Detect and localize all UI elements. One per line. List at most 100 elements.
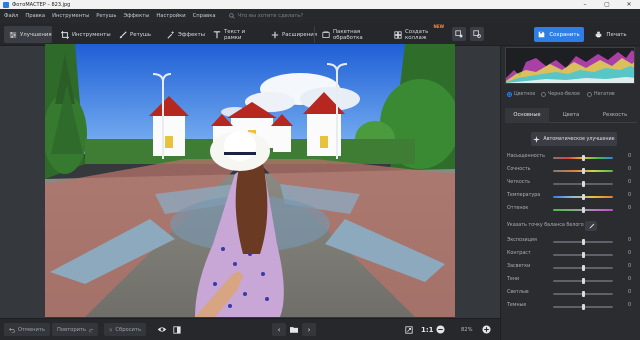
prev-image-button[interactable]: ‹: [272, 323, 286, 336]
minimize-button[interactable]: –: [574, 0, 596, 9]
image-info-button[interactable]: [470, 27, 484, 41]
app-logo-icon: [3, 1, 9, 8]
bottom-bar: Отменить Повторить Сбросить ‹ › 1:1 82%: [0, 318, 500, 340]
undo-button[interactable]: Отменить: [4, 323, 50, 336]
maximize-button[interactable]: ▢: [596, 0, 618, 9]
slider-knob[interactable]: [582, 239, 585, 245]
slider-knob[interactable]: [582, 181, 585, 187]
slider-label: Темные: [507, 303, 527, 308]
brush-icon: [119, 30, 127, 39]
mode-bw-label: Черно-белое: [548, 92, 580, 97]
slider-label: Насыщенность: [507, 154, 545, 159]
tab-text-frames[interactable]: Текст и рамки: [208, 26, 264, 43]
mode-color-label: Цветное: [514, 92, 536, 97]
tab-extensions[interactable]: Расширения: [266, 26, 317, 43]
print-button[interactable]: Печать: [588, 27, 634, 42]
tab-sharpness[interactable]: Резкость: [593, 108, 637, 123]
batch-label: Пакетная обработка: [333, 28, 363, 41]
photo-canvas[interactable]: [45, 44, 455, 317]
zoom-in-button[interactable]: [482, 323, 491, 336]
auto-enhance-button[interactable]: Автоматическое улучшение: [531, 132, 617, 146]
tab-enhance[interactable]: Улучшения: [4, 26, 52, 43]
blacks-slider[interactable]: Темные 0: [507, 303, 635, 312]
temperature-slider[interactable]: Температура 0: [507, 193, 635, 202]
slider-label: Контраст: [507, 251, 531, 256]
slider-knob[interactable]: [582, 207, 585, 213]
menu-effects[interactable]: Эффекты: [123, 13, 149, 19]
save-button[interactable]: Сохранить: [534, 27, 584, 42]
slider-knob[interactable]: [582, 194, 585, 200]
minus-circle-icon: [436, 325, 445, 334]
search-box[interactable]: Что вы хотите сделать?: [228, 13, 304, 19]
window-title: ФотоМАСТЕР – 823.jpg: [12, 1, 71, 8]
next-image-button[interactable]: ›: [302, 323, 316, 336]
clarity-slider[interactable]: Четкость 0: [507, 180, 635, 189]
whites-slider[interactable]: Светлые 0: [507, 290, 635, 299]
white-balance-label: Указать точку баланса белого: [507, 223, 584, 228]
slider-value: 0: [627, 303, 631, 308]
undo-icon: [9, 327, 15, 333]
tab-retouch[interactable]: Ретушь: [114, 26, 158, 43]
vibrance-slider[interactable]: Сочность 0: [507, 167, 635, 176]
histogram: [505, 47, 635, 84]
compare-toggle[interactable]: [168, 323, 186, 336]
menu-edit[interactable]: Правка: [25, 13, 45, 19]
slider-value: 0: [627, 251, 631, 256]
reset-icon: [109, 327, 112, 331]
slider-label: Оттенок: [507, 206, 529, 211]
collage-label: Создать коллаж: [405, 28, 429, 41]
reset-button[interactable]: Сбросить: [104, 323, 146, 336]
create-collage-button[interactable]: Создать коллаж NEW: [389, 24, 445, 43]
photo-image: [45, 44, 455, 317]
mode-bw[interactable]: Черно-белое: [541, 92, 580, 97]
mode-negative[interactable]: Негатив: [587, 92, 615, 97]
shadows-slider[interactable]: Тени 0: [507, 277, 635, 286]
slider-value: 0: [627, 154, 631, 159]
menu-retouch[interactable]: Ретушь: [96, 13, 116, 19]
tab-effects[interactable]: Эффекты: [162, 26, 205, 43]
mode-color[interactable]: Цветное: [507, 92, 535, 97]
eyedropper-button[interactable]: [585, 221, 597, 231]
new-badge: NEW: [433, 24, 445, 29]
batch-icon: [322, 30, 330, 39]
slider-knob[interactable]: [582, 278, 585, 284]
slider-knob[interactable]: [582, 252, 585, 258]
slider-knob[interactable]: [582, 155, 585, 161]
menu-bar: Файл Правка Инструменты Ретушь Эффекты Н…: [0, 9, 640, 23]
image-adjust-button[interactable]: [452, 27, 466, 41]
search-placeholder: Что вы хотите сделать?: [237, 13, 304, 19]
menu-tools[interactable]: Инструменты: [52, 13, 89, 19]
saturation-slider[interactable]: Насыщенность 0: [507, 154, 635, 163]
slider-knob[interactable]: [582, 168, 585, 174]
main-toolbar: Улучшения Инструменты Ретушь Эффекты Тек…: [0, 23, 640, 46]
slider-value: 0: [627, 277, 631, 282]
radio-selected-icon: [507, 92, 512, 97]
magic-wand-icon: [167, 30, 175, 39]
zoom-out-button[interactable]: [436, 323, 445, 336]
menu-file[interactable]: Файл: [4, 13, 18, 19]
tint-slider[interactable]: Оттенок 0: [507, 206, 635, 215]
tab-tools[interactable]: Инструменты: [56, 26, 111, 43]
contrast-slider[interactable]: Контраст 0: [507, 251, 635, 260]
close-button[interactable]: ✕: [618, 0, 640, 9]
menu-help[interactable]: Справка: [193, 13, 216, 19]
highlights-slider[interactable]: Засветки 0: [507, 264, 635, 273]
slider-value: 0: [627, 290, 631, 295]
slider-value: 0: [627, 167, 631, 172]
slider-knob[interactable]: [582, 304, 585, 310]
exposure-slider[interactable]: Экспозиция 0: [507, 238, 635, 247]
slider-knob[interactable]: [582, 291, 585, 297]
redo-button[interactable]: Повторить: [52, 323, 98, 336]
redo-label: Повторить: [57, 326, 87, 333]
open-folder-button[interactable]: [288, 323, 300, 336]
batch-processing-button[interactable]: Пакетная обработка: [317, 26, 383, 43]
tab-text-label: Текст и рамки: [224, 28, 246, 41]
menu-settings[interactable]: Настройки: [156, 13, 185, 19]
print-label: Печать: [606, 31, 627, 38]
tab-colors[interactable]: Цвета: [549, 108, 593, 123]
sparkle-icon: [533, 135, 541, 143]
sliders-icon: [9, 31, 17, 39]
slider-knob[interactable]: [582, 265, 585, 271]
tab-basic[interactable]: Основные: [505, 108, 549, 123]
plus-icon: [271, 31, 279, 39]
